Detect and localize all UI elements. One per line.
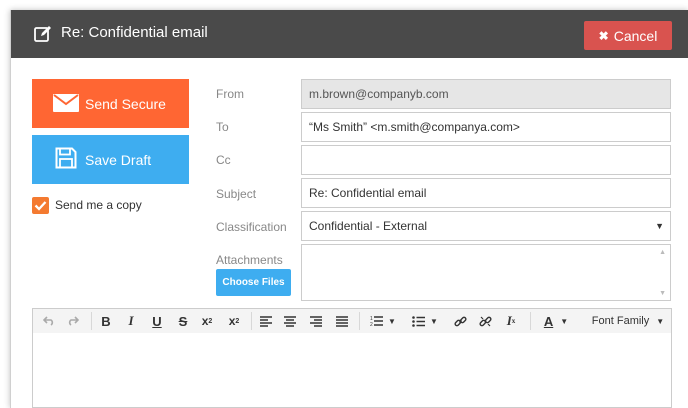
strikethrough-icon[interactable]: S	[174, 309, 192, 333]
align-left-icon[interactable]	[257, 309, 275, 333]
compose-window: Re: Confidential email ✖ Cancel Send Sec…	[10, 10, 688, 408]
page-title: Re: Confidential email	[61, 24, 208, 41]
cc-label: Cc	[216, 153, 231, 167]
save-draft-button[interactable]: Save Draft	[32, 135, 189, 184]
send-secure-button[interactable]: Send Secure	[32, 79, 189, 128]
to-field[interactable]: “Ms Smith” <m.smith@companya.com>	[301, 112, 671, 142]
close-icon: ✖	[598, 28, 609, 43]
align-right-icon[interactable]	[307, 309, 325, 333]
subject-label: Subject	[216, 187, 257, 201]
from-label: From	[216, 87, 244, 101]
editor-toolbar: B I U S x2 x2 12 ▼ ▼ I x A ▼ Font Family…	[32, 308, 672, 334]
numbered-list-dropdown[interactable]: 12 ▼	[366, 309, 400, 333]
text-color-icon: A	[543, 313, 554, 329]
unlink-icon[interactable]	[476, 309, 494, 333]
edit-icon	[34, 26, 51, 42]
redo-icon[interactable]	[65, 309, 81, 333]
scroll-up-icon[interactable]: ▲	[659, 249, 666, 256]
cancel-button[interactable]: ✖ Cancel	[584, 21, 672, 50]
from-field: m.brown@companyb.com	[301, 79, 671, 109]
attachments-label: Attachments	[216, 253, 283, 267]
align-center-icon[interactable]	[281, 309, 299, 333]
envelope-icon	[53, 94, 79, 112]
attachments-scrollbar[interactable]: ▲ ▼	[654, 245, 670, 300]
classification-label: Classification	[216, 220, 287, 234]
send-copy-label: Send me a copy	[55, 198, 142, 212]
link-icon[interactable]	[451, 309, 469, 333]
underline-icon[interactable]: U	[148, 309, 166, 333]
caret-down-icon: ▼	[560, 316, 569, 326]
checkmark-icon	[34, 201, 47, 211]
cancel-label: Cancel	[613, 27, 658, 44]
text-color-dropdown[interactable]: A ▼	[538, 309, 574, 333]
title-bar: Re: Confidential email ✖ Cancel	[11, 10, 688, 58]
superscript-icon[interactable]: x2	[225, 309, 243, 333]
font-family-dropdown[interactable]: Font Family ▼	[585, 309, 671, 333]
toolbar-separator	[359, 312, 360, 330]
choose-files-button[interactable]: Choose Files	[216, 269, 291, 296]
save-draft-label: Save Draft	[85, 152, 152, 168]
classification-value: Confidential - External	[309, 219, 428, 233]
caret-down-icon: ▼	[388, 316, 396, 326]
font-family-label: Font Family	[591, 315, 650, 327]
cc-field[interactable]	[301, 145, 671, 175]
send-secure-label: Send Secure	[85, 96, 166, 112]
floppy-disk-icon	[55, 147, 77, 169]
classification-select[interactable]: Confidential - External ▼	[301, 211, 671, 241]
caret-down-icon: ▼	[656, 316, 665, 326]
subscript-icon[interactable]: x2	[198, 309, 216, 333]
message-editor[interactable]	[32, 333, 672, 408]
attachments-box[interactable]: ▲ ▼	[301, 244, 671, 301]
caret-down-icon: ▼	[655, 221, 664, 231]
toolbar-separator	[530, 312, 531, 330]
toolbar-separator	[251, 312, 252, 330]
caret-down-icon: ▼	[430, 316, 438, 326]
bullet-list-dropdown[interactable]: ▼	[408, 309, 442, 333]
send-copy-checkbox[interactable]	[32, 197, 49, 214]
scroll-down-icon[interactable]: ▼	[659, 290, 666, 297]
align-justify-icon[interactable]	[333, 309, 351, 333]
bullet-list-icon	[412, 315, 426, 327]
numbered-list-icon: 12	[370, 316, 384, 327]
svg-text:2: 2	[370, 322, 373, 327]
bold-icon[interactable]: B	[97, 309, 115, 333]
undo-icon[interactable]	[41, 309, 57, 333]
to-label: To	[216, 120, 229, 134]
toolbar-separator	[91, 312, 92, 330]
italic-icon[interactable]: I	[122, 309, 140, 333]
clear-format-icon[interactable]: Ix	[502, 309, 520, 333]
subject-field[interactable]: Re: Confidential email	[301, 178, 671, 208]
